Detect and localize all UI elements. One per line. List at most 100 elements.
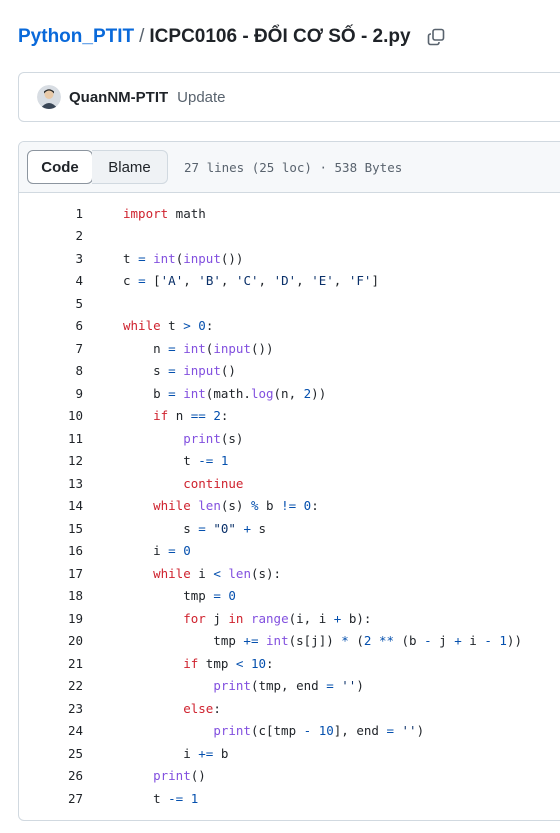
code-line: 19 for j in range(i, i + b): bbox=[19, 607, 560, 630]
code-line: 16 i = 0 bbox=[19, 540, 560, 563]
code-text: if n == 2: bbox=[123, 408, 228, 423]
code-token: % bbox=[250, 498, 259, 514]
code-token: j bbox=[431, 633, 455, 649]
code-token: int bbox=[153, 250, 176, 266]
code-token: 1 bbox=[190, 790, 199, 806]
code-text: print(c[tmp - 10], end = '') bbox=[123, 723, 424, 738]
line-number[interactable]: 11 bbox=[19, 431, 83, 446]
code-token: += bbox=[243, 633, 259, 649]
line-number[interactable]: 27 bbox=[19, 791, 83, 806]
line-number[interactable]: 1 bbox=[19, 206, 83, 221]
code-token: (s) bbox=[220, 498, 251, 514]
line-number[interactable]: 19 bbox=[19, 611, 83, 626]
code-token: = bbox=[168, 543, 176, 559]
code-line: 15 s = "0" + s bbox=[19, 517, 560, 540]
code-token: i bbox=[123, 745, 199, 761]
code-token: b): bbox=[341, 610, 372, 626]
code-text: t -= 1 bbox=[123, 791, 198, 806]
line-number[interactable]: 26 bbox=[19, 768, 83, 783]
code-tab[interactable]: Code bbox=[27, 150, 93, 184]
code-token: in bbox=[228, 610, 244, 626]
code-token: print bbox=[153, 768, 191, 784]
code-token: t bbox=[160, 318, 184, 334]
code-token: = bbox=[168, 363, 176, 379]
line-number[interactable]: 4 bbox=[19, 273, 83, 288]
line-number[interactable]: 25 bbox=[19, 746, 83, 761]
line-number[interactable]: 6 bbox=[19, 318, 83, 333]
code-token: '' bbox=[341, 678, 357, 694]
line-number[interactable]: 17 bbox=[19, 566, 83, 581]
code-line: 5 bbox=[19, 292, 560, 315]
code-token: : bbox=[220, 408, 229, 424]
code-token: : bbox=[205, 318, 214, 334]
line-number[interactable]: 22 bbox=[19, 678, 83, 693]
line-number[interactable]: 10 bbox=[19, 408, 83, 423]
avatar[interactable] bbox=[37, 85, 61, 109]
code-token: range bbox=[250, 610, 289, 626]
code-token: c bbox=[123, 273, 139, 289]
line-number[interactable]: 23 bbox=[19, 701, 83, 716]
line-number[interactable]: 3 bbox=[19, 251, 83, 266]
line-number[interactable]: 24 bbox=[19, 723, 83, 738]
line-number[interactable]: 7 bbox=[19, 341, 83, 356]
line-number[interactable]: 9 bbox=[19, 386, 83, 401]
line-number[interactable]: 8 bbox=[19, 363, 83, 378]
line-number[interactable]: 12 bbox=[19, 453, 83, 468]
code-token: - bbox=[484, 633, 492, 649]
code-token: () bbox=[220, 363, 236, 379]
line-number[interactable]: 16 bbox=[19, 543, 83, 558]
code-token: 10 bbox=[250, 655, 267, 671]
breadcrumb-repo-link[interactable]: Python_PTIT bbox=[18, 26, 134, 48]
code-token: log bbox=[250, 385, 274, 401]
code-token: (s) bbox=[220, 430, 244, 446]
code-line: 23 else: bbox=[19, 697, 560, 720]
copy-icon bbox=[427, 28, 444, 46]
code-token: 'B' bbox=[198, 273, 221, 289]
code-token: import bbox=[123, 205, 169, 221]
code-token: 'D' bbox=[273, 273, 297, 289]
code-token: t bbox=[123, 453, 199, 469]
code-token: < bbox=[213, 565, 221, 581]
code-token: , bbox=[183, 273, 199, 289]
commit-author-link[interactable]: QuanNM-PTIT bbox=[69, 89, 168, 106]
line-number[interactable]: 2 bbox=[19, 228, 83, 243]
line-number[interactable]: 18 bbox=[19, 588, 83, 603]
copy-path-button[interactable] bbox=[425, 26, 447, 48]
blame-tab[interactable]: Blame bbox=[92, 150, 168, 184]
code-line: 27 t -= 1 bbox=[19, 787, 560, 810]
line-number[interactable]: 13 bbox=[19, 476, 83, 491]
code-line: 13 continue bbox=[19, 472, 560, 495]
code-token: ** bbox=[378, 633, 394, 649]
code-text: i += b bbox=[123, 746, 228, 761]
code-text: for j in range(i, i + b): bbox=[123, 611, 371, 626]
code-token: tmp bbox=[123, 588, 214, 604]
code-text: import math bbox=[123, 206, 206, 221]
code-token: ) bbox=[416, 723, 425, 739]
code-token: )) bbox=[311, 385, 327, 401]
line-number[interactable]: 20 bbox=[19, 633, 83, 648]
code-token: (c[tmp bbox=[250, 723, 304, 739]
line-number[interactable]: 14 bbox=[19, 498, 83, 513]
code-token: , bbox=[296, 273, 312, 289]
code-token: - bbox=[424, 633, 432, 649]
commit-message-link[interactable]: Update bbox=[177, 89, 225, 106]
code-token: j bbox=[205, 610, 229, 626]
code-line: 26 print() bbox=[19, 765, 560, 788]
line-number[interactable]: 21 bbox=[19, 656, 83, 671]
code-token: = bbox=[168, 385, 176, 401]
code-text: tmp = 0 bbox=[123, 588, 236, 603]
line-number[interactable]: 15 bbox=[19, 521, 83, 536]
code-token: print bbox=[213, 678, 251, 694]
line-number[interactable]: 5 bbox=[19, 296, 83, 311]
code-token: : bbox=[213, 700, 221, 716]
code-token: ( bbox=[348, 633, 364, 649]
code-token: 'C' bbox=[235, 273, 259, 289]
